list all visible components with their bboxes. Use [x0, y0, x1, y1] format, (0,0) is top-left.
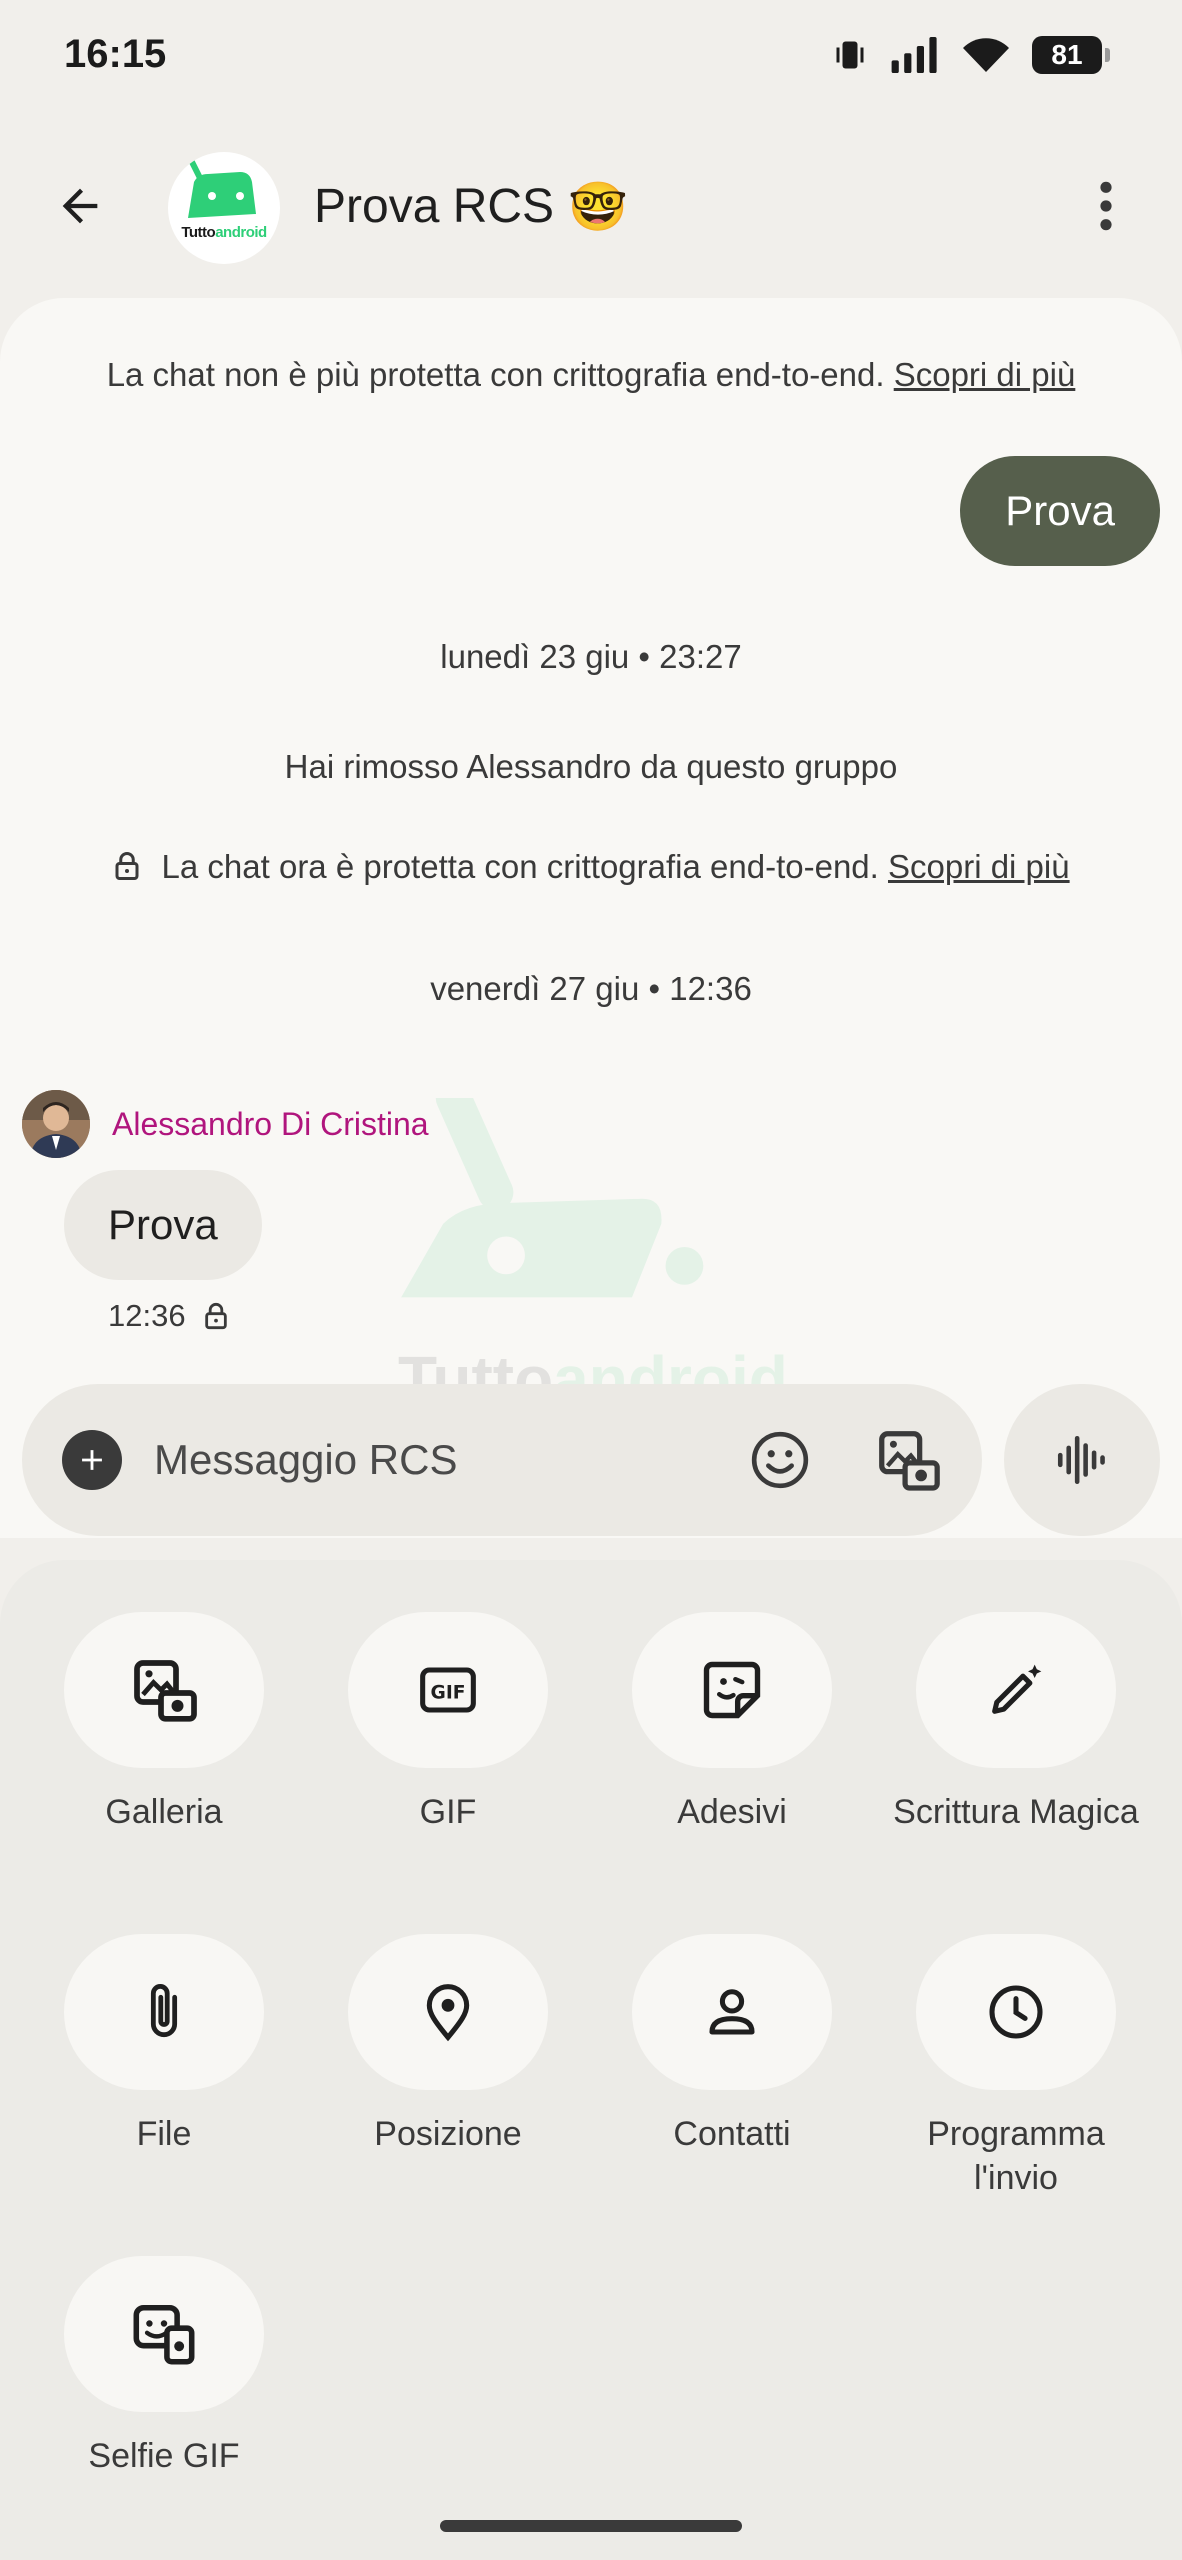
attach-gallery-label: Galleria [105, 1793, 223, 1831]
status-icons: 81 [832, 36, 1110, 74]
chat-title-text: Prova RCS [314, 180, 555, 233]
back-button[interactable] [44, 170, 116, 242]
nerd-emoji-icon: 🤓 [568, 181, 628, 234]
attach-file-label: File [136, 2115, 192, 2153]
date-separator-2: venerdì 27 giu • 12:36 [430, 970, 752, 1007]
unencrypted-notice: La chat non è più protetta con crittogra… [0, 356, 1182, 394]
date-separator-1: lunedì 23 giu • 23:27 [440, 638, 742, 675]
attach-stickers[interactable]: Adesivi [590, 1612, 874, 1834]
attachment-sheet: Galleria GIF GIF Adesivi Scrittura Magic… [0, 1560, 1182, 2560]
battery-icon: 81 [1032, 36, 1110, 74]
attach-schedule[interactable]: Programma l'invio [874, 1934, 1158, 2200]
chat-title[interactable]: Prova RCS 🤓 [314, 178, 628, 235]
attach-contacts[interactable]: Contatti [590, 1934, 874, 2156]
attach-gallery[interactable]: Galleria [22, 1612, 306, 1834]
attach-selfie-gif-button[interactable] [64, 2256, 264, 2412]
paperclip-icon [150, 1984, 178, 2037]
vibrate-icon [836, 41, 864, 69]
logo-text: Tuttoandroid [181, 224, 267, 241]
voice-message-button[interactable] [1004, 1384, 1160, 1536]
attach-magic-compose-label: Scrittura Magica [893, 1793, 1139, 1831]
conversation-panel[interactable]: Tuttoandroid La chat non è più protetta … [0, 298, 1182, 1538]
gif-icon: GIF [420, 1667, 476, 1713]
attach-stickers-button[interactable] [632, 1612, 832, 1768]
attach-file-button[interactable] [64, 1934, 264, 2090]
attach-location-label: Posizione [374, 2115, 522, 2153]
plus-icon [82, 1450, 102, 1470]
gallery-camera-icon [879, 1431, 940, 1491]
message-input[interactable] [154, 1430, 714, 1490]
signal-icon [891, 37, 937, 73]
lock-icon [115, 852, 139, 880]
clock-icon [989, 1985, 1043, 2039]
person-photo-icon [22, 1090, 90, 1158]
home-indicator[interactable] [440, 2520, 742, 2532]
status-bar: 16:15 81 [0, 0, 1182, 120]
outgoing-message-bubble[interactable]: Prova [960, 456, 1160, 566]
media-button[interactable] [870, 1422, 946, 1498]
incoming-message-time: 12:36 [108, 1298, 186, 1333]
audio-waveform-icon [1057, 1435, 1105, 1485]
sticker-icon [703, 1661, 761, 1719]
attach-stickers-label: Adesivi [677, 1793, 787, 1831]
compose-bar [22, 1384, 982, 1536]
selfie-gif-icon [133, 2304, 195, 2365]
member-removed-notice: Hai rimosso Alessandro da questo gruppo [284, 748, 898, 785]
back-arrow-icon [62, 188, 98, 224]
attach-magic-compose[interactable]: Scrittura Magica [874, 1612, 1158, 1834]
location-pin-icon [426, 1984, 470, 2042]
unencrypted-notice-text: La chat non è più protetta con crittogra… [106, 356, 885, 393]
attach-gif-label: GIF [419, 1793, 477, 1831]
emoji-icon [751, 1431, 809, 1489]
attach-gallery-button[interactable] [64, 1612, 264, 1768]
learn-more-link-1[interactable]: Scopri di più [894, 356, 1076, 393]
android-logo-icon [188, 159, 256, 218]
encrypted-notice: La chat ora è protetta con crittografia … [0, 848, 1182, 886]
attach-selfie-gif[interactable]: Selfie GIF [22, 2256, 306, 2478]
encrypted-notice-text: La chat ora è protetta con crittografia … [161, 848, 879, 885]
lock-icon [204, 1302, 227, 1330]
sender-avatar[interactable] [22, 1090, 90, 1158]
attach-magic-compose-button[interactable] [916, 1612, 1116, 1768]
attach-schedule-button[interactable] [916, 1934, 1116, 2090]
magic-pen-icon [992, 1664, 1042, 1714]
wifi-icon [963, 38, 1009, 72]
more-vert-icon [1100, 181, 1112, 231]
sender-name: Alessandro Di Cristina [112, 1106, 429, 1142]
emoji-button[interactable] [744, 1424, 816, 1496]
attach-schedule-label: Programma l'invio [927, 2115, 1105, 2197]
app-bar: Tuttoandroid Prova RCS 🤓 [0, 140, 1182, 280]
svg-text:GIF: GIF [431, 1683, 466, 1704]
add-attachment-button[interactable] [62, 1430, 122, 1490]
attach-location[interactable]: Posizione [306, 1934, 590, 2156]
more-options-button[interactable] [1070, 170, 1142, 242]
attach-file[interactable]: File [22, 1934, 306, 2156]
incoming-message-meta: 12:36 [108, 1298, 230, 1334]
attach-selfie-gif-label: Selfie GIF [88, 2437, 240, 2475]
attach-gif[interactable]: GIF GIF [306, 1612, 590, 1834]
status-time: 16:15 [64, 32, 167, 76]
incoming-message-bubble[interactable]: Prova [64, 1170, 262, 1280]
group-avatar[interactable]: Tuttoandroid [168, 152, 280, 264]
attach-contacts-button[interactable] [632, 1934, 832, 2090]
attach-gif-button[interactable]: GIF [348, 1612, 548, 1768]
attach-contacts-label: Contatti [673, 2115, 791, 2153]
gallery-icon [134, 1660, 197, 1722]
attach-location-button[interactable] [348, 1934, 548, 2090]
contact-icon [709, 1989, 755, 2035]
learn-more-link-2[interactable]: Scopri di più [888, 848, 1070, 885]
